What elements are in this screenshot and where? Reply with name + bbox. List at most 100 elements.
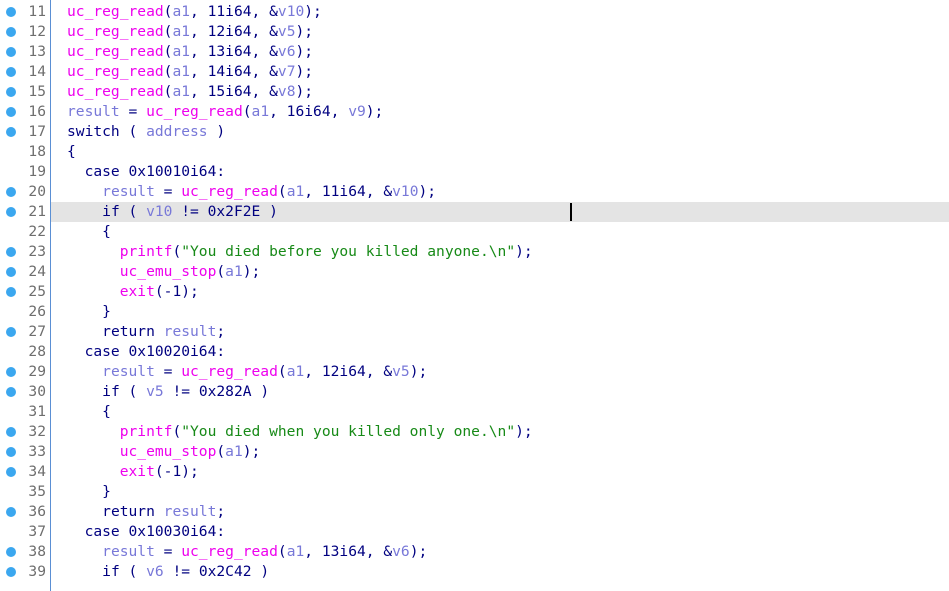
breakpoint-dot-icon[interactable]: [6, 447, 16, 457]
line-gutter[interactable]: 36: [0, 502, 50, 522]
line-gutter[interactable]: 28: [0, 342, 50, 362]
function-name[interactable]: uc_reg_read: [67, 43, 164, 60]
breakpoint-dot-icon[interactable]: [6, 267, 16, 277]
breakpoint-dot-icon[interactable]: [6, 507, 16, 517]
variable[interactable]: a1: [172, 23, 190, 40]
line-gutter[interactable]: 17: [0, 122, 50, 142]
breakpoint-dot-icon[interactable]: [6, 47, 16, 57]
breakpoint-dot-icon[interactable]: [6, 207, 16, 217]
line-gutter[interactable]: 31: [0, 402, 50, 422]
code-line[interactable]: 11 uc_reg_read(a1, 11i64, &v10);: [0, 2, 949, 22]
function-name[interactable]: uc_emu_stop: [120, 443, 217, 460]
breakpoint-dot-icon[interactable]: [6, 387, 16, 397]
line-gutter[interactable]: 32: [0, 422, 50, 442]
code-line[interactable]: 22 {: [0, 222, 949, 242]
line-gutter[interactable]: 12: [0, 22, 50, 42]
breakpoint-dot-icon[interactable]: [6, 287, 16, 297]
variable[interactable]: a1: [172, 43, 190, 60]
function-name[interactable]: uc_reg_read: [181, 183, 278, 200]
variable[interactable]: address: [146, 123, 208, 140]
line-gutter[interactable]: 39: [0, 562, 50, 582]
breakpoint-dot-icon[interactable]: [6, 107, 16, 117]
code-line[interactable]: 25 exit(-1);: [0, 282, 949, 302]
code-line[interactable]: 19 case 0x10010i64:: [0, 162, 949, 182]
line-gutter[interactable]: 30: [0, 382, 50, 402]
code-line[interactable]: 28 case 0x10020i64:: [0, 342, 949, 362]
line-gutter[interactable]: 37: [0, 522, 50, 542]
breakpoint-dot-icon[interactable]: [6, 467, 16, 477]
line-gutter[interactable]: 18: [0, 142, 50, 162]
variable[interactable]: result: [164, 503, 217, 520]
function-name[interactable]: uc_emu_stop: [120, 263, 217, 280]
line-gutter[interactable]: 21: [0, 202, 50, 222]
variable[interactable]: a1: [172, 63, 190, 80]
variable[interactable]: result: [164, 323, 217, 340]
line-gutter[interactable]: 24: [0, 262, 50, 282]
line-gutter[interactable]: 27: [0, 322, 50, 342]
breakpoint-dot-icon[interactable]: [6, 67, 16, 77]
code-line[interactable]: 20 result = uc_reg_read(a1, 11i64, &v10)…: [0, 182, 949, 202]
line-gutter[interactable]: 26: [0, 302, 50, 322]
variable[interactable]: v10: [392, 183, 418, 200]
variable[interactable]: v5: [392, 363, 410, 380]
code-line[interactable]: 17 switch ( address ): [0, 122, 949, 142]
variable[interactable]: a1: [225, 263, 243, 280]
variable[interactable]: a1: [172, 83, 190, 100]
function-name[interactable]: printf: [120, 423, 173, 440]
function-name[interactable]: uc_reg_read: [146, 103, 243, 120]
line-gutter[interactable]: 20: [0, 182, 50, 202]
variable[interactable]: v6: [392, 543, 410, 560]
function-name[interactable]: exit: [120, 463, 155, 480]
line-gutter[interactable]: 23: [0, 242, 50, 262]
line-gutter[interactable]: 38: [0, 542, 50, 562]
function-name[interactable]: uc_reg_read: [181, 543, 278, 560]
variable[interactable]: v8: [278, 83, 296, 100]
code-line[interactable]: 39 if ( v6 != 0x2C42 ): [0, 562, 949, 582]
code-line[interactable]: 33 uc_emu_stop(a1);: [0, 442, 949, 462]
function-name[interactable]: exit: [120, 283, 155, 300]
function-name[interactable]: uc_reg_read: [67, 23, 164, 40]
code-line[interactable]: 21 if ( v10 != 0x2F2E ): [0, 202, 949, 222]
code-line[interactable]: 30 if ( v5 != 0x282A ): [0, 382, 949, 402]
code-line[interactable]: 37 case 0x10030i64:: [0, 522, 949, 542]
variable[interactable]: result: [67, 103, 120, 120]
breakpoint-dot-icon[interactable]: [6, 367, 16, 377]
line-gutter[interactable]: 33: [0, 442, 50, 462]
variable[interactable]: v5: [278, 23, 296, 40]
variable[interactable]: result: [102, 183, 155, 200]
code-line[interactable]: 26 }: [0, 302, 949, 322]
function-name[interactable]: printf: [120, 243, 173, 260]
line-gutter[interactable]: 34: [0, 462, 50, 482]
code-line[interactable]: 15 uc_reg_read(a1, 15i64, &v8);: [0, 82, 949, 102]
variable[interactable]: a1: [287, 183, 305, 200]
code-line[interactable]: 13 uc_reg_read(a1, 13i64, &v6);: [0, 42, 949, 62]
variable[interactable]: v10: [278, 3, 304, 20]
variable[interactable]: a1: [252, 103, 270, 120]
code-line[interactable]: 38 result = uc_reg_read(a1, 13i64, &v6);: [0, 542, 949, 562]
line-gutter[interactable]: 13: [0, 42, 50, 62]
line-gutter[interactable]: 15: [0, 82, 50, 102]
variable[interactable]: v7: [278, 63, 296, 80]
line-gutter[interactable]: 25: [0, 282, 50, 302]
code-line[interactable]: 32 printf("You died when you killed only…: [0, 422, 949, 442]
code-line[interactable]: 12 uc_reg_read(a1, 12i64, &v5);: [0, 22, 949, 42]
line-gutter[interactable]: 11: [0, 2, 50, 22]
breakpoint-dot-icon[interactable]: [6, 87, 16, 97]
breakpoint-dot-icon[interactable]: [6, 247, 16, 257]
line-gutter[interactable]: 19: [0, 162, 50, 182]
code-line[interactable]: 14 uc_reg_read(a1, 14i64, &v7);: [0, 62, 949, 82]
variable[interactable]: a1: [172, 3, 190, 20]
function-name[interactable]: uc_reg_read: [67, 63, 164, 80]
breakpoint-dot-icon[interactable]: [6, 547, 16, 557]
breakpoint-dot-icon[interactable]: [6, 327, 16, 337]
code-line[interactable]: 24 uc_emu_stop(a1);: [0, 262, 949, 282]
variable[interactable]: v6: [146, 563, 164, 580]
variable[interactable]: result: [102, 363, 155, 380]
variable[interactable]: a1: [225, 443, 243, 460]
code-line[interactable]: 31 {: [0, 402, 949, 422]
variable[interactable]: v6: [278, 43, 296, 60]
function-name[interactable]: uc_reg_read: [181, 363, 278, 380]
breakpoint-dot-icon[interactable]: [6, 7, 16, 17]
breakpoint-dot-icon[interactable]: [6, 27, 16, 37]
code-line[interactable]: 16 result = uc_reg_read(a1, 16i64, v9);: [0, 102, 949, 122]
